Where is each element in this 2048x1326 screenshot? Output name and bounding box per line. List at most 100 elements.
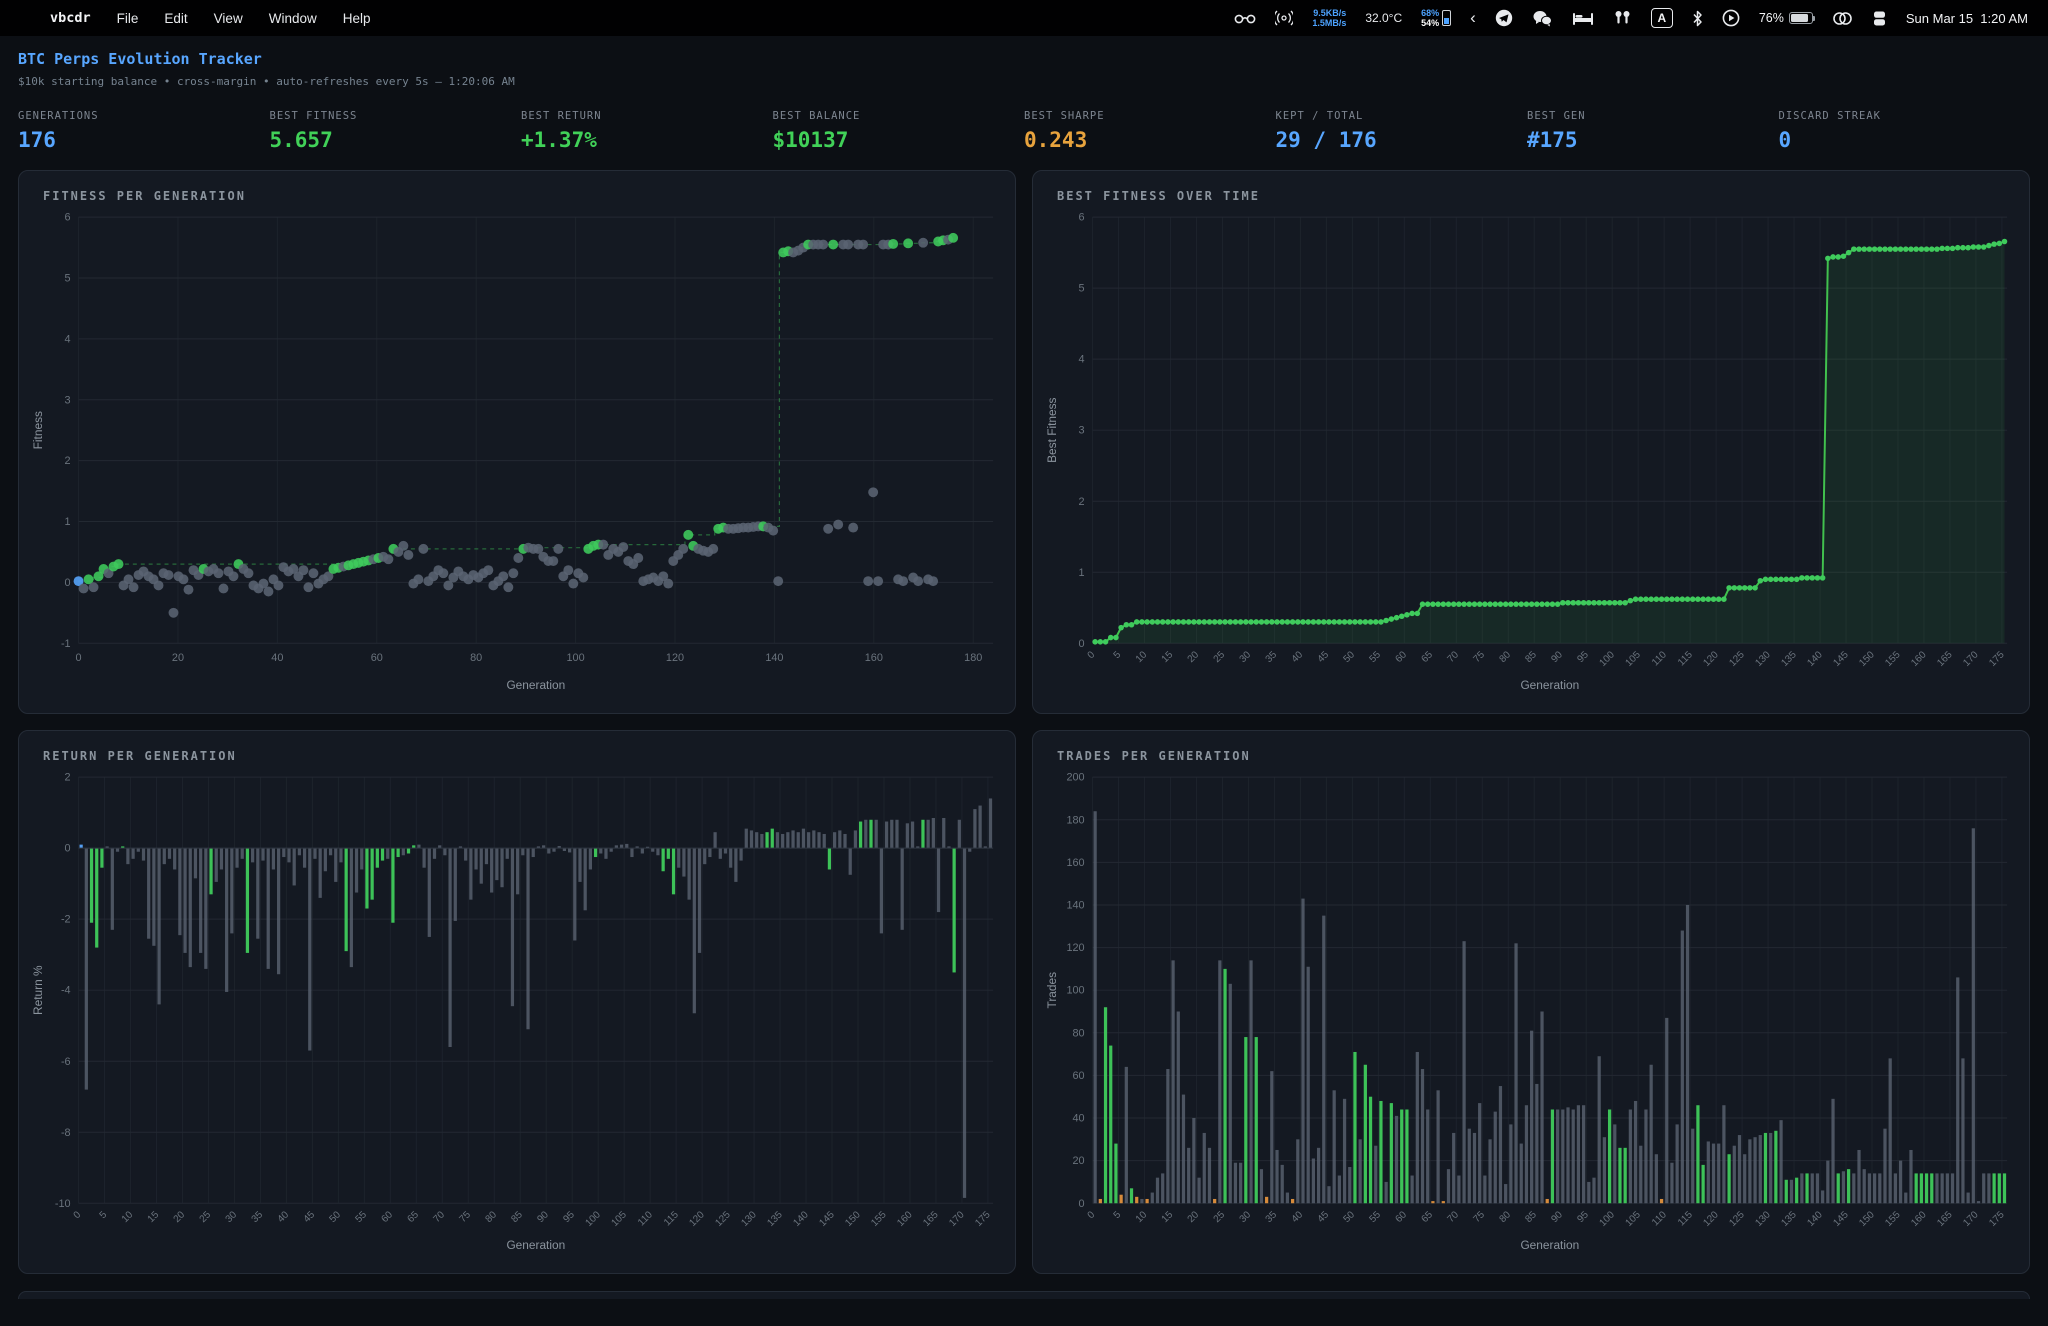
stat-value: 176 xyxy=(18,128,270,152)
stage-manager-icon[interactable] xyxy=(1872,10,1887,27)
stat-value: $10137 xyxy=(773,128,1025,152)
menu-collapse-chevron-icon[interactable]: ‹ xyxy=(1470,8,1476,28)
panel-return-per-generation: RETURN PER GENERATION 20-2-4-6-8-1005101… xyxy=(18,730,1016,1274)
page-title: BTC Perps Evolution Tracker xyxy=(18,50,2030,68)
svg-text:140: 140 xyxy=(765,652,783,664)
menu-help[interactable]: Help xyxy=(343,11,371,26)
svg-text:0: 0 xyxy=(1086,649,1098,661)
menu-bar-clock[interactable]: Sun Mar 15 1:20 AM xyxy=(1906,11,2028,26)
dual-battery-indicator[interactable]: 68% 54% xyxy=(1421,8,1451,28)
dashboard: BTC Perps Evolution Tracker $10k startin… xyxy=(0,36,2048,1299)
svg-text:1: 1 xyxy=(65,516,71,528)
svg-text:-1: -1 xyxy=(61,638,71,650)
svg-text:55: 55 xyxy=(1367,1209,1383,1225)
svg-text:70: 70 xyxy=(431,1209,447,1225)
svg-text:60: 60 xyxy=(1393,649,1409,665)
menu-window[interactable]: Window xyxy=(269,11,317,26)
temperature-indicator[interactable]: 32.0°C xyxy=(1365,11,1402,25)
svg-text:160: 160 xyxy=(865,652,883,664)
bluetooth-icon[interactable] xyxy=(1692,10,1703,27)
svg-text:90: 90 xyxy=(1549,649,1565,665)
svg-text:95: 95 xyxy=(1575,649,1591,665)
svg-text:110: 110 xyxy=(1650,1209,1669,1228)
svg-text:165: 165 xyxy=(1935,649,1955,669)
wechat-icon[interactable] xyxy=(1532,10,1553,27)
svg-text:175: 175 xyxy=(1987,649,2007,669)
svg-text:-8: -8 xyxy=(61,1127,71,1139)
panel-fitness-per-generation: FITNESS PER GENERATION -1012345602040608… xyxy=(18,170,1016,714)
return-bar-chart: 20-2-4-6-8-10051015202530354045505560657… xyxy=(29,765,1005,1257)
stat-best-fitness: BEST FITNESS 5.657 xyxy=(270,110,522,152)
vertical-battery-icon xyxy=(1442,10,1451,26)
svg-text:20: 20 xyxy=(172,652,184,664)
svg-text:80: 80 xyxy=(470,652,482,664)
svg-text:140: 140 xyxy=(1805,649,1825,669)
svg-text:65: 65 xyxy=(1419,649,1435,665)
stat-label: BEST FITNESS xyxy=(270,110,522,122)
svg-text:Trades: Trades xyxy=(1045,972,1059,1009)
app-menu-title[interactable]: vbcdr xyxy=(50,10,91,26)
svg-text:40: 40 xyxy=(1073,1113,1085,1125)
svg-text:100: 100 xyxy=(583,1209,603,1229)
stat-label: KEPT / TOTAL xyxy=(1276,110,1528,122)
svg-text:2: 2 xyxy=(65,455,71,467)
svg-text:20: 20 xyxy=(1186,649,1202,665)
charts-grid: FITNESS PER GENERATION -1012345602040608… xyxy=(18,170,2030,1274)
svg-text:Generation: Generation xyxy=(1520,678,1579,692)
svg-text:4: 4 xyxy=(65,333,71,345)
svg-text:125: 125 xyxy=(1727,649,1747,669)
svg-text:0: 0 xyxy=(65,843,71,855)
svg-text:0: 0 xyxy=(76,652,82,664)
fitness-scatter-chart: -10123456020406080100120140160180Generat… xyxy=(29,205,1005,697)
next-panel-cutoff xyxy=(18,1291,2030,1299)
svg-text:20: 20 xyxy=(1073,1155,1085,1167)
svg-text:5: 5 xyxy=(1112,1209,1124,1221)
svg-text:200: 200 xyxy=(1066,772,1084,784)
svg-text:90: 90 xyxy=(535,1209,551,1225)
panel-trades-per-generation: TRADES PER GENERATION 020406080100120140… xyxy=(1032,730,2030,1274)
svg-text:160: 160 xyxy=(1909,649,1929,669)
bed-icon[interactable] xyxy=(1572,11,1594,26)
svg-text:80: 80 xyxy=(483,1209,499,1225)
stat-value: #175 xyxy=(1527,128,1779,152)
svg-text:150: 150 xyxy=(843,1209,863,1229)
network-speed-indicator[interactable]: 9.5KB/s 1.5MB/s xyxy=(1312,8,1346,28)
svg-text:0: 0 xyxy=(1079,1198,1085,1210)
net-download: 1.5MB/s xyxy=(1312,18,1346,28)
svg-text:30: 30 xyxy=(1238,1209,1254,1225)
airdrop-icon[interactable] xyxy=(1275,10,1293,26)
svg-text:45: 45 xyxy=(302,1209,318,1225)
svg-text:140: 140 xyxy=(1066,900,1084,912)
net-upload: 9.5KB/s xyxy=(1313,8,1346,18)
svg-text:115: 115 xyxy=(1676,649,1695,668)
svg-text:120: 120 xyxy=(666,652,684,664)
glasses-icon[interactable] xyxy=(1234,11,1256,25)
stat-value: 0 xyxy=(1779,128,2031,152)
svg-text:45: 45 xyxy=(1316,1209,1332,1225)
battery-indicator[interactable]: 76% xyxy=(1759,11,1813,25)
svg-text:80: 80 xyxy=(1073,1027,1085,1039)
svg-text:65: 65 xyxy=(1419,1209,1435,1225)
svg-text:-4: -4 xyxy=(61,985,71,997)
stat-value: 5.657 xyxy=(270,128,522,152)
telegram-icon[interactable] xyxy=(1495,9,1513,27)
handoff-icon[interactable] xyxy=(1832,11,1853,26)
input-source-indicator[interactable]: A xyxy=(1651,8,1673,28)
svg-text:2: 2 xyxy=(65,772,71,784)
menu-file[interactable]: File xyxy=(117,11,139,26)
stat-label: GENERATIONS xyxy=(18,110,270,122)
menu-edit[interactable]: Edit xyxy=(164,11,187,26)
svg-text:130: 130 xyxy=(739,1209,759,1229)
svg-text:70: 70 xyxy=(1445,1209,1461,1225)
svg-text:70: 70 xyxy=(1445,649,1461,665)
svg-text:135: 135 xyxy=(1779,649,1799,669)
svg-text:75: 75 xyxy=(1471,1209,1487,1225)
svg-text:150: 150 xyxy=(1857,1209,1877,1229)
menu-view[interactable]: View xyxy=(214,11,243,26)
svg-text:165: 165 xyxy=(921,1209,941,1229)
now-playing-icon[interactable] xyxy=(1722,9,1740,27)
stat-best-return: BEST RETURN +1.37% xyxy=(521,110,773,152)
svg-text:165: 165 xyxy=(1935,1209,1955,1229)
airpods-icon[interactable] xyxy=(1613,10,1632,26)
svg-text:60: 60 xyxy=(1073,1070,1085,1082)
